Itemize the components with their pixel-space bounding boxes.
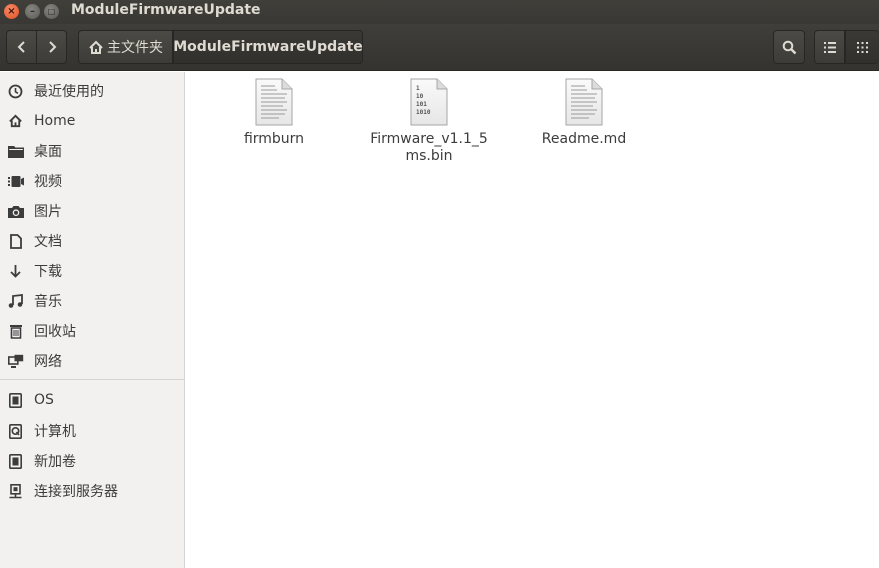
maximize-button[interactable]: □ bbox=[44, 4, 59, 19]
sidebar-item-videos[interactable]: 视频 bbox=[0, 168, 184, 194]
sidebar-item-music[interactable]: 音乐 bbox=[0, 288, 184, 314]
sidebar-item-label: 桌面 bbox=[34, 144, 62, 160]
sidebar-item-downloads[interactable]: 下载 bbox=[0, 258, 184, 284]
binary-file-icon: 1 10 101 1010 bbox=[410, 78, 448, 126]
close-icon: × bbox=[7, 5, 16, 17]
list-view-button[interactable] bbox=[814, 30, 845, 64]
grid-view-icon bbox=[857, 41, 868, 53]
maximize-icon: □ bbox=[47, 6, 56, 16]
sidebar-item-os[interactable]: OS bbox=[0, 387, 184, 413]
sidebar-item-network[interactable]: 网络 bbox=[0, 348, 184, 374]
sidebar-item-pictures[interactable]: 图片 bbox=[0, 198, 184, 224]
sidebar-item-label: 视频 bbox=[34, 174, 62, 190]
sidebar-item-label: 回收站 bbox=[34, 324, 76, 340]
sidebar-item-label: OS bbox=[34, 392, 54, 408]
sidebar-item-label: 下载 bbox=[34, 264, 62, 280]
file-view: firmburn 1 10 101 1010 Firmware_v1.1_5ms… bbox=[189, 72, 879, 568]
binary-digits-2: 10 bbox=[416, 93, 424, 100]
breadcrumb-current[interactable]: ModuleFirmwareUpdate bbox=[173, 30, 363, 64]
minimize-icon: – bbox=[30, 5, 35, 17]
sidebar-item-trash[interactable]: 回收站 bbox=[0, 318, 184, 344]
sidebar-item-connect-server[interactable]: 连接到服务器 bbox=[0, 478, 184, 504]
music-icon bbox=[7, 293, 24, 310]
minimize-button[interactable]: – bbox=[25, 4, 40, 19]
title-bar: × – □ ModuleFirmwareUpdate bbox=[0, 0, 879, 24]
video-icon bbox=[7, 173, 24, 190]
network-icon bbox=[7, 353, 24, 370]
sidebar-divider bbox=[0, 379, 184, 380]
file-item-readme[interactable]: Readme.md bbox=[519, 78, 649, 148]
trash-icon bbox=[7, 323, 24, 340]
document-icon bbox=[7, 233, 24, 250]
sidebar-item-label: 文档 bbox=[34, 234, 62, 250]
breadcrumb-home-label: 主文件夹 bbox=[107, 40, 163, 56]
sidebar-item-label: Home bbox=[34, 113, 76, 129]
computer-icon bbox=[7, 423, 24, 440]
recent-icon bbox=[7, 83, 24, 100]
sidebar-item-label: 新加卷 bbox=[34, 454, 76, 470]
search-button[interactable] bbox=[773, 30, 805, 64]
sidebar-item-label: 最近使用的 bbox=[34, 84, 104, 100]
folder-icon bbox=[7, 143, 24, 160]
forward-button[interactable] bbox=[36, 30, 67, 64]
sidebar-item-label: 网络 bbox=[34, 354, 62, 370]
sidebar-item-computer[interactable]: 计算机 bbox=[0, 418, 184, 444]
camera-icon bbox=[7, 203, 24, 220]
sidebar-item-home[interactable]: Home bbox=[0, 108, 184, 134]
file-item-firmburn[interactable]: firmburn bbox=[209, 78, 339, 148]
sidebar-item-new-volume[interactable]: 新加卷 bbox=[0, 448, 184, 474]
drive-icon bbox=[7, 392, 24, 409]
file-item-firmware-bin[interactable]: 1 10 101 1010 Firmware_v1.1_5ms.bin bbox=[364, 78, 494, 165]
file-name: Readme.md bbox=[541, 131, 627, 147]
sidebar-item-label: 连接到服务器 bbox=[34, 484, 118, 500]
sidebar-item-label: 音乐 bbox=[34, 294, 62, 310]
window-title: ModuleFirmwareUpdate bbox=[71, 2, 261, 18]
binary-digits-1: 1 bbox=[416, 85, 420, 92]
sidebar-item-documents[interactable]: 文档 bbox=[0, 228, 184, 254]
text-file-icon bbox=[255, 78, 293, 126]
toolbar: 主文件夹 ModuleFirmwareUpdate bbox=[0, 24, 879, 71]
server-icon bbox=[7, 483, 24, 500]
close-button[interactable]: × bbox=[4, 4, 19, 19]
sidebar-item-recent[interactable]: 最近使用的 bbox=[0, 78, 184, 104]
text-file-icon bbox=[565, 78, 603, 126]
back-button[interactable] bbox=[6, 30, 37, 64]
binary-digits-4: 1010 bbox=[416, 109, 431, 116]
breadcrumb-current-label: ModuleFirmwareUpdate bbox=[173, 39, 363, 55]
sidebar: 最近使用的 Home 桌面 视频 图片 文档 下载 音乐 回收站 网络 OS 计… bbox=[0, 72, 185, 568]
grid-view-button[interactable] bbox=[845, 30, 879, 64]
chevron-left-icon bbox=[17, 41, 25, 53]
home-icon bbox=[7, 113, 24, 130]
sidebar-item-desktop[interactable]: 桌面 bbox=[0, 138, 184, 164]
file-name: firmburn bbox=[243, 131, 305, 147]
chevron-right-icon bbox=[48, 41, 56, 53]
file-name: Firmware_v1.1_5ms.bin bbox=[370, 131, 488, 164]
list-view-icon bbox=[823, 41, 836, 53]
drive-icon bbox=[7, 453, 24, 470]
home-icon bbox=[89, 40, 103, 54]
search-icon bbox=[782, 40, 796, 54]
sidebar-item-label: 图片 bbox=[34, 204, 62, 220]
binary-digits-3: 101 bbox=[416, 101, 427, 108]
sidebar-item-label: 计算机 bbox=[34, 424, 76, 440]
download-icon bbox=[7, 263, 24, 280]
breadcrumb-home[interactable]: 主文件夹 bbox=[78, 30, 173, 64]
